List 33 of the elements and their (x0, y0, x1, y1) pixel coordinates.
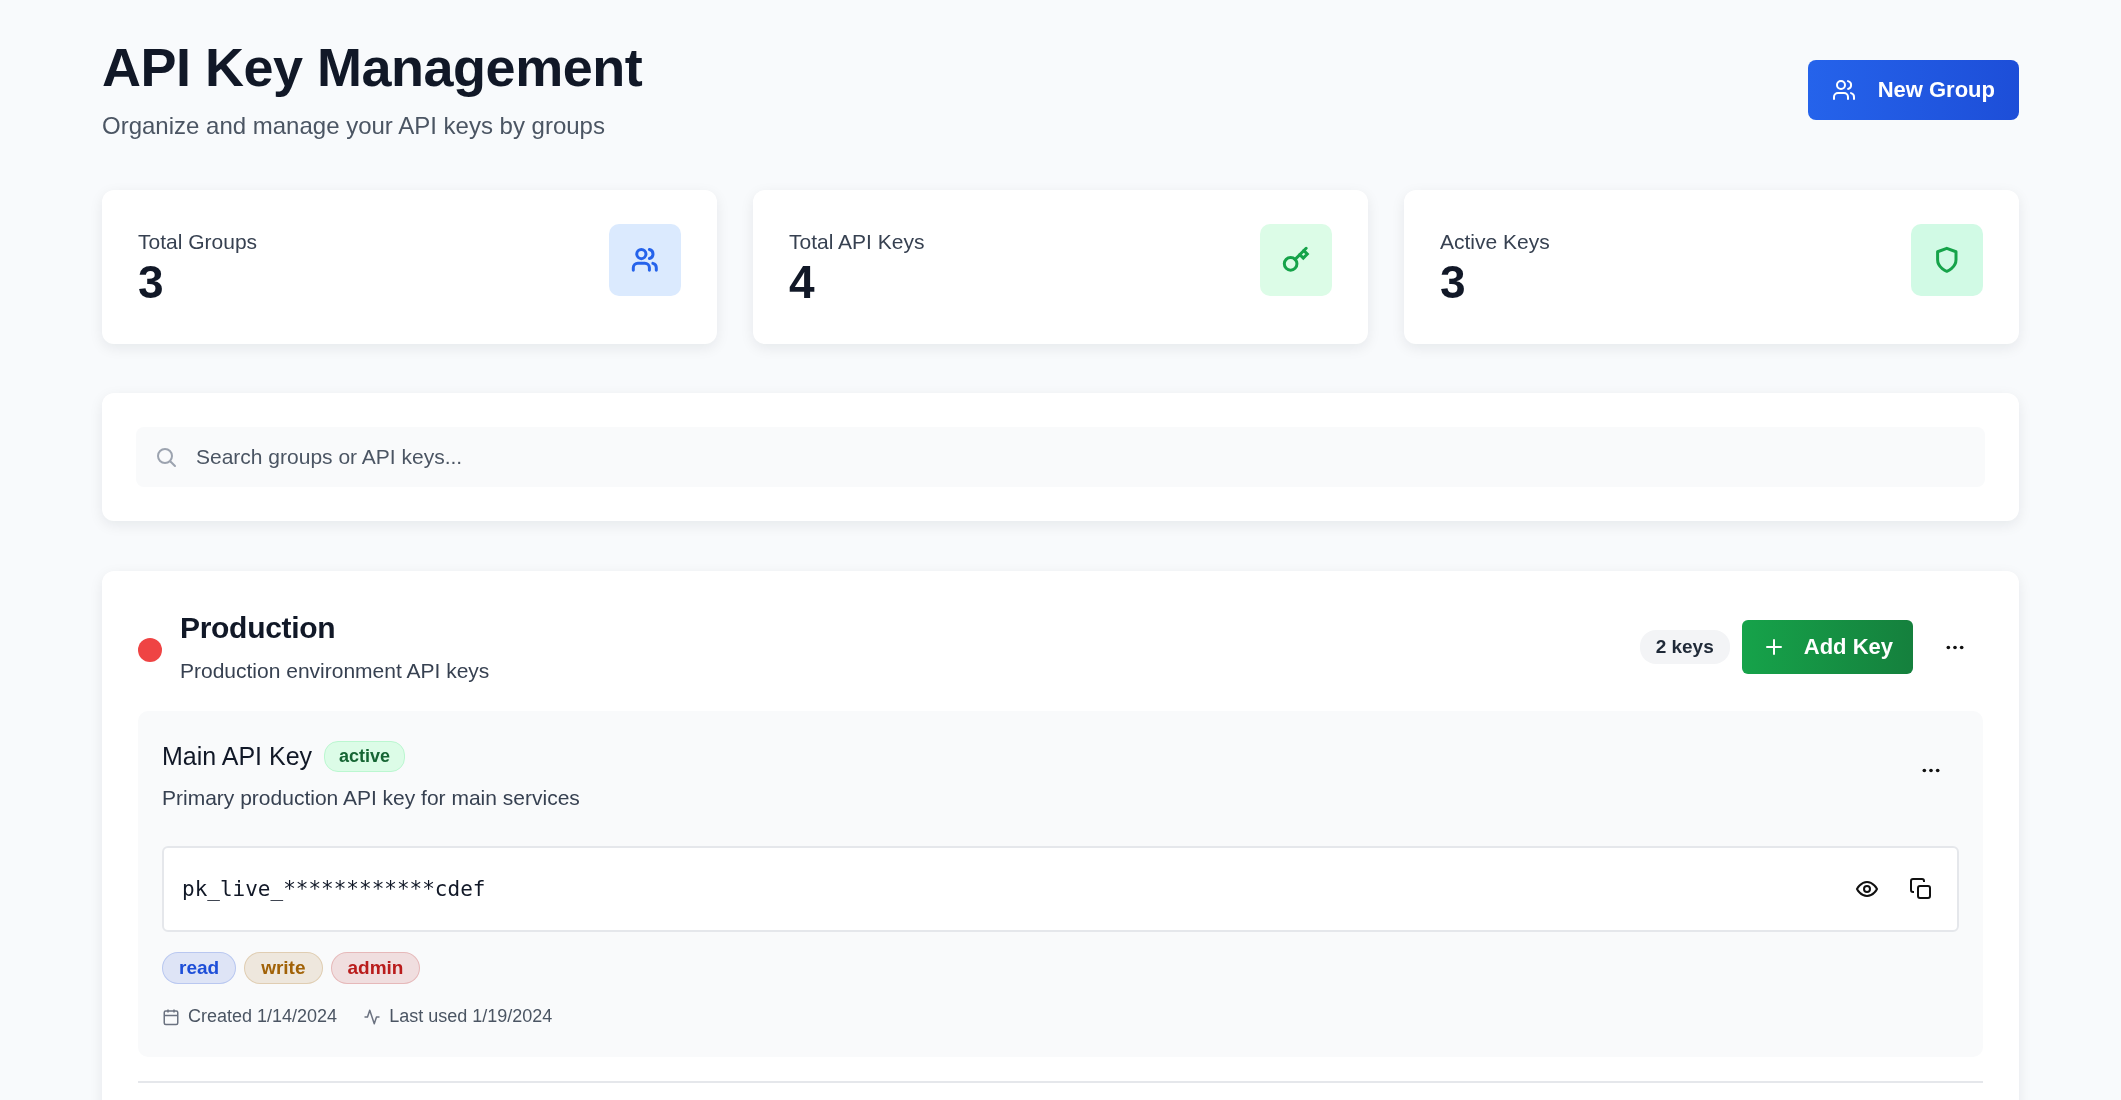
search-field[interactable]: Search groups or API keys... (136, 427, 1985, 487)
last-used-date: Last used 1/19/2024 (389, 1006, 553, 1027)
stat-label: Active Keys (1440, 230, 1550, 254)
created-date: Created 1/14/2024 (188, 1006, 338, 1027)
stat-value: 4 (789, 256, 816, 308)
group-description: Production environment API keys (180, 659, 491, 683)
copy-icon[interactable] (1909, 877, 1933, 901)
key-description: Primary production API key for main services (162, 786, 580, 810)
key-icon (1260, 224, 1332, 296)
status-badge: active (324, 741, 406, 772)
key-count-badge: 2 keys (1639, 630, 1730, 664)
users-icon (1831, 78, 1856, 102)
more-icon[interactable] (1945, 643, 1965, 651)
page-subtitle: Organize and manage your API keys by groups (102, 112, 606, 140)
more-icon[interactable] (1921, 767, 1941, 774)
scope-tag: write (244, 952, 323, 984)
add-key-button[interactable]: Add Key (1741, 620, 1913, 674)
search-icon (154, 445, 178, 469)
stat-label: Total API Keys (789, 230, 925, 254)
stat-label: Total Groups (138, 230, 258, 254)
scope-tag: admin (330, 952, 421, 984)
page-title: API Key Management (102, 36, 643, 99)
group-name: Production (180, 611, 337, 645)
masked-key: pk_live_************cdef (182, 877, 1825, 901)
calendar-icon (162, 1007, 180, 1026)
activity-icon (363, 1007, 382, 1026)
key-name: Main API Key (162, 742, 313, 771)
shield-icon (1911, 224, 1983, 296)
new-group-button[interactable]: New Group (1807, 60, 2019, 120)
scope-tag: read (162, 952, 237, 984)
stat-value: 3 (138, 256, 165, 308)
users-icon (609, 224, 681, 296)
stat-value: 3 (1440, 256, 1467, 308)
